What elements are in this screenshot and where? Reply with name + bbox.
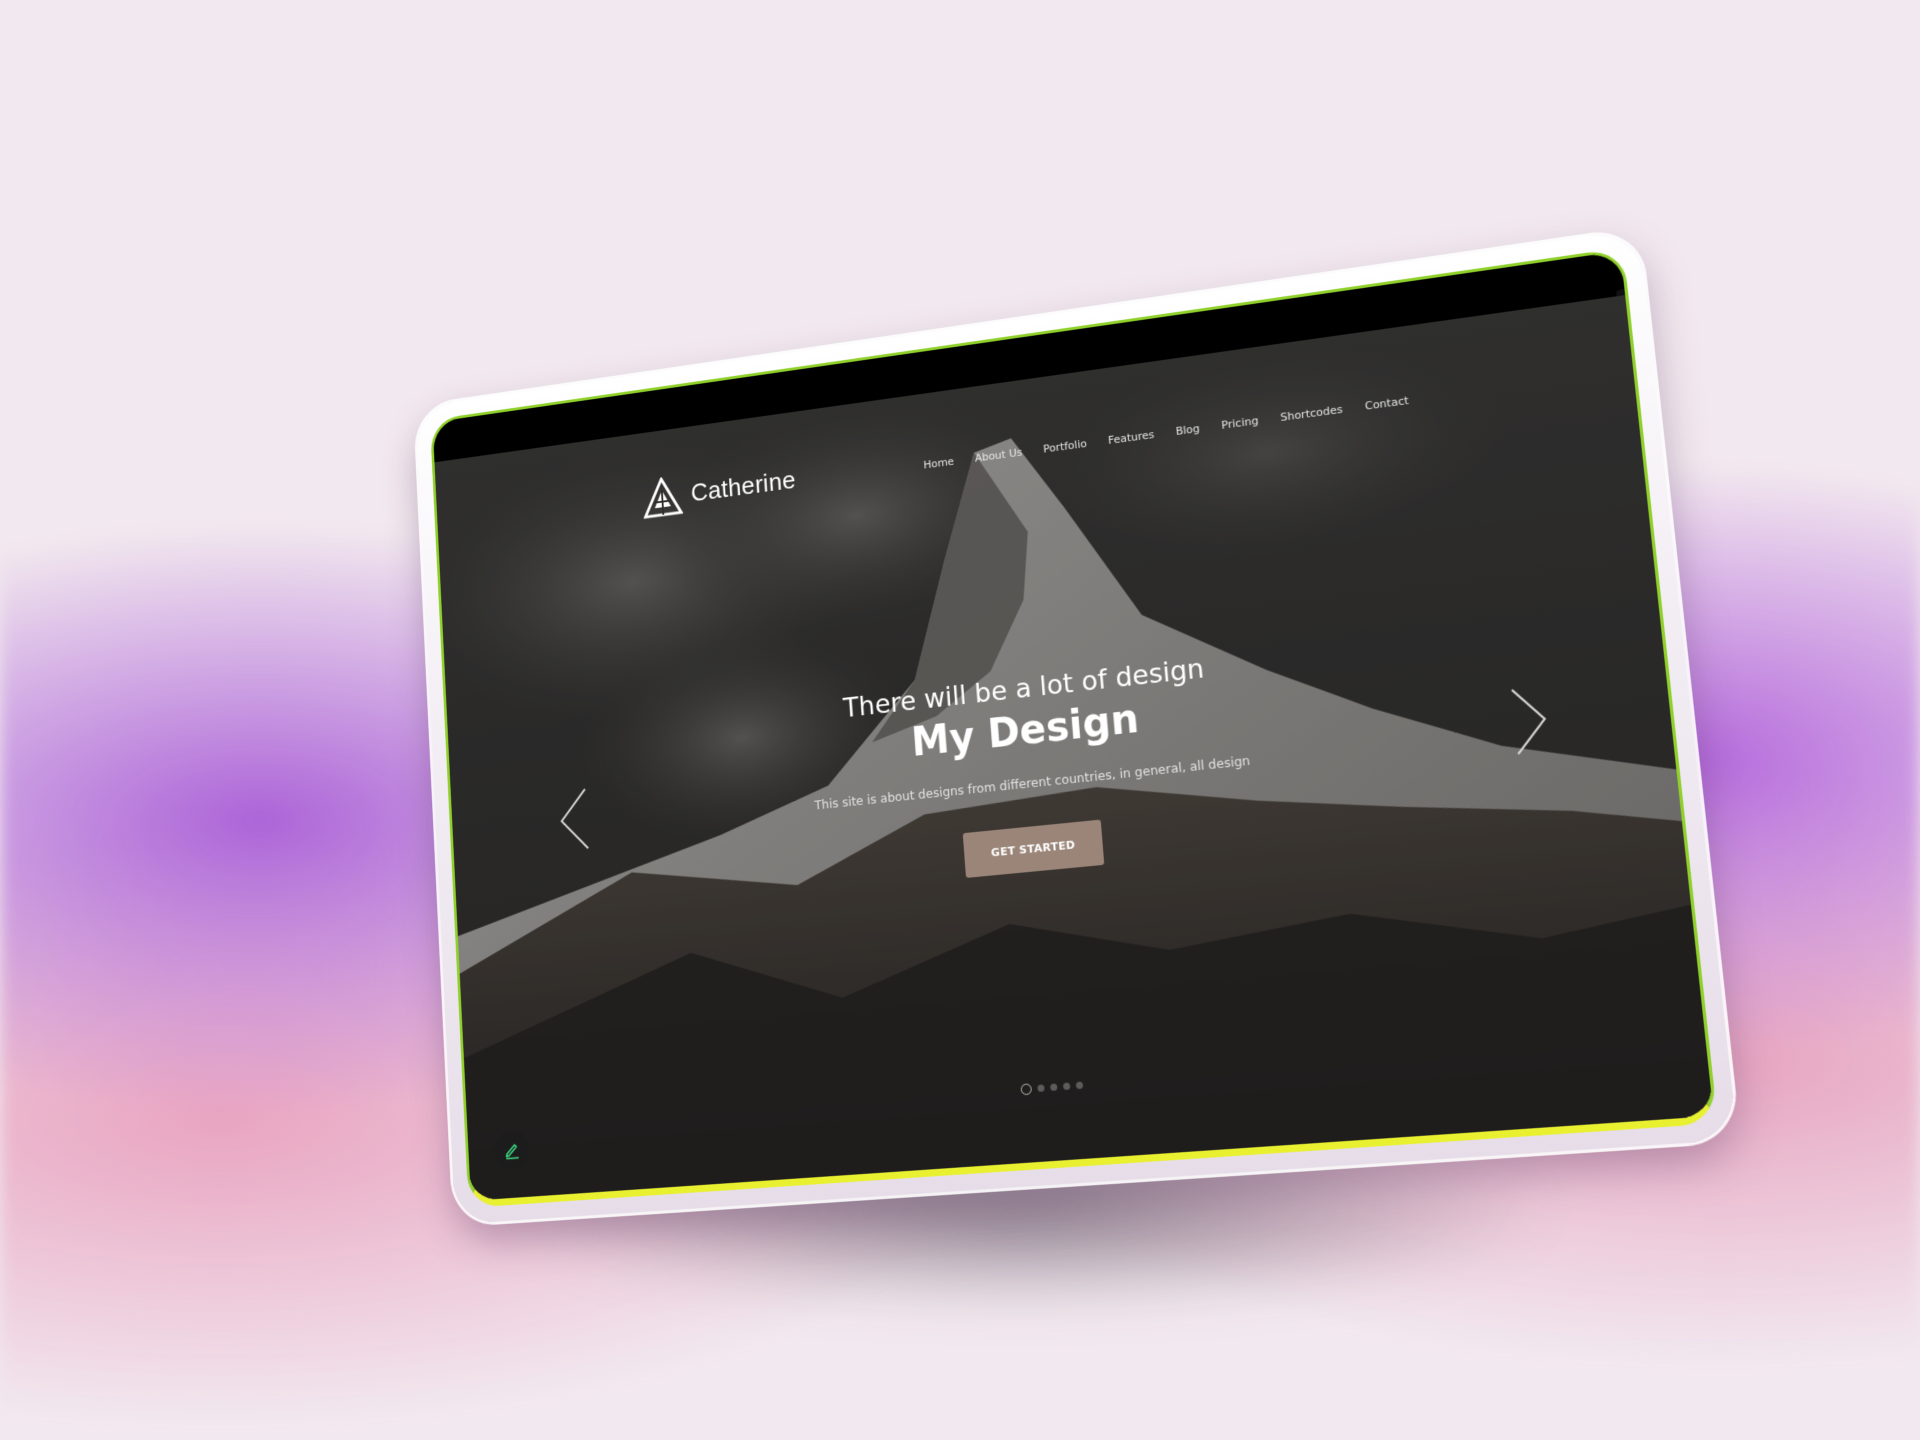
- slide-dot-3[interactable]: [1050, 1083, 1057, 1091]
- slide-dot-4[interactable]: [1062, 1082, 1069, 1090]
- slide-dot-2[interactable]: [1037, 1084, 1044, 1092]
- chevron-left-icon[interactable]: [555, 785, 594, 855]
- slide-dot-5[interactable]: [1075, 1082, 1082, 1090]
- tablet-screen: Catherine Home About Us Portfolio Featur…: [430, 247, 1718, 1207]
- triangle-logo-icon: [641, 475, 683, 519]
- pencil-icon: [503, 1139, 522, 1160]
- chevron-right-icon[interactable]: [1505, 682, 1555, 759]
- tablet-device: Catherine Home About Us Portfolio Featur…: [416, 229, 1738, 1224]
- slide-dot-1[interactable]: [1020, 1083, 1032, 1095]
